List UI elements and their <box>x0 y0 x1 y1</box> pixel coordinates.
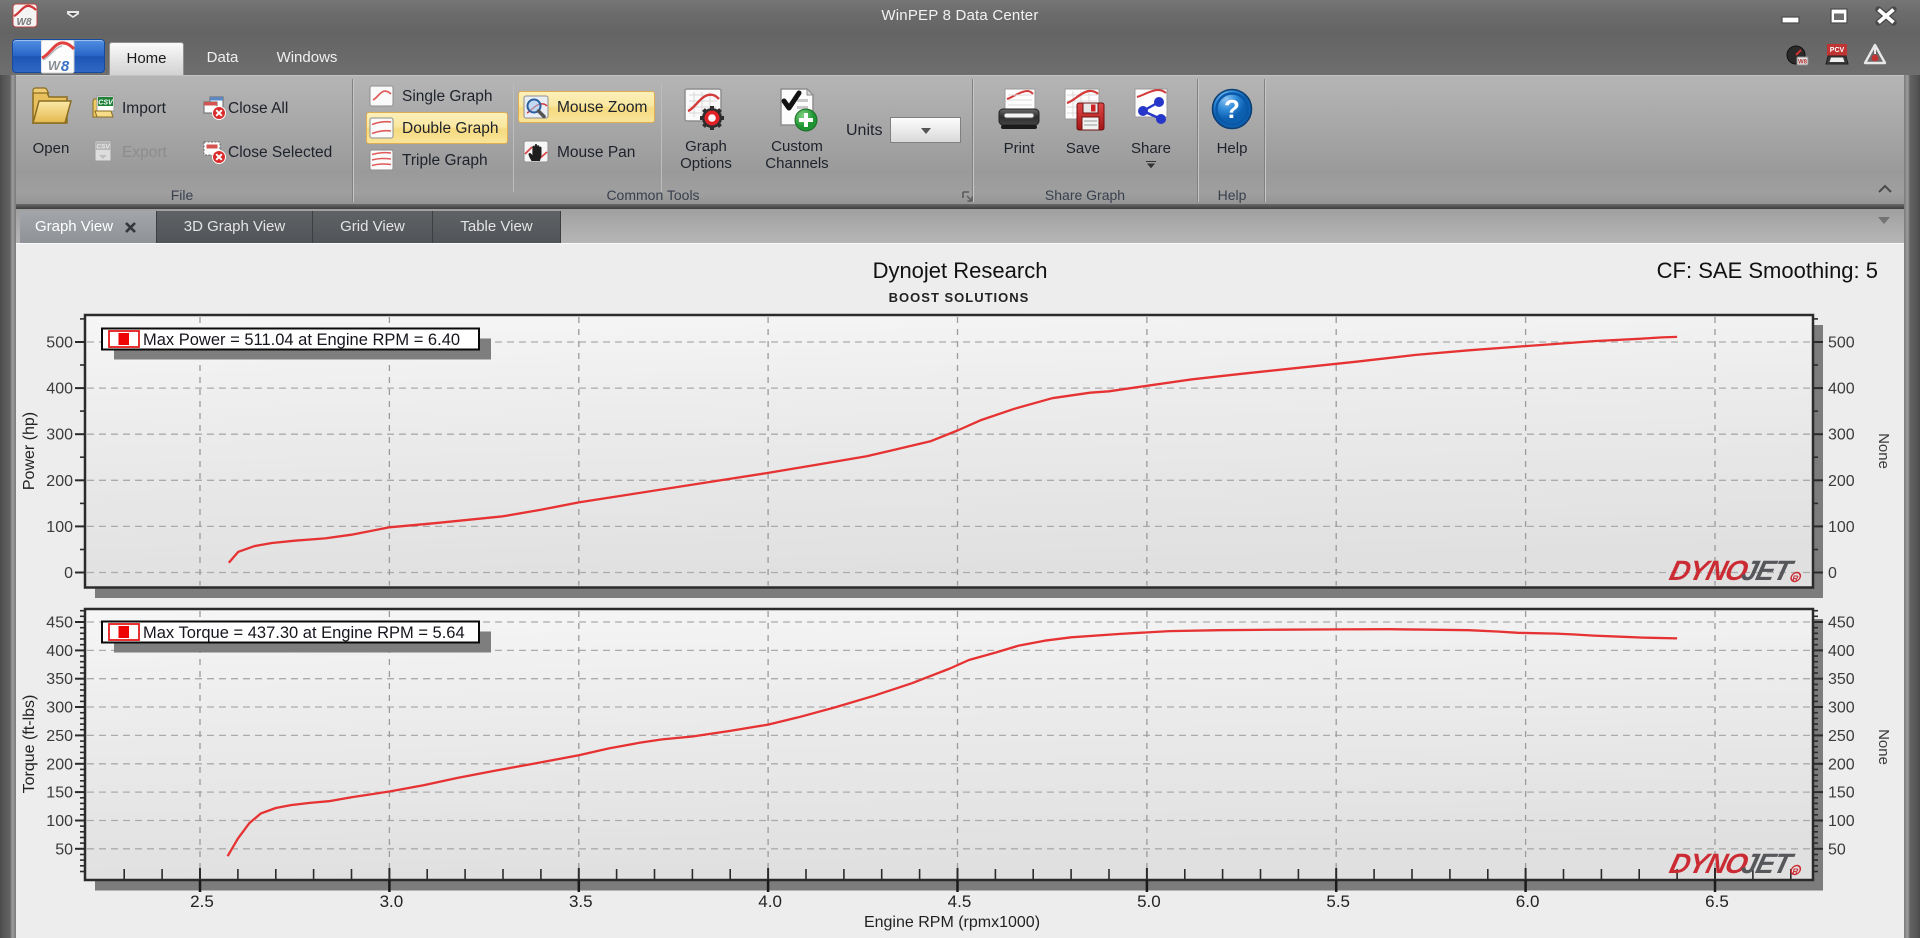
svg-text:5.0: 5.0 <box>1137 892 1161 911</box>
svg-text:500: 500 <box>1828 335 1855 352</box>
svg-text:?: ? <box>1224 94 1240 124</box>
svg-text:Dynojet Research: Dynojet Research <box>873 258 1048 283</box>
svg-text:400: 400 <box>46 643 73 660</box>
svg-text:W8: W8 <box>17 17 32 28</box>
svg-text:0: 0 <box>64 565 73 582</box>
svg-text:350: 350 <box>46 671 73 688</box>
svg-text:350: 350 <box>1828 671 1855 688</box>
svg-text:150: 150 <box>46 785 73 802</box>
svg-text:300: 300 <box>1828 700 1855 717</box>
svg-text:400: 400 <box>46 381 73 398</box>
svg-text:200: 200 <box>46 756 73 773</box>
svg-text:2.5: 2.5 <box>190 892 214 911</box>
svg-text:CSV: CSV <box>98 100 114 107</box>
svg-text:50: 50 <box>1828 841 1846 858</box>
svg-text:100: 100 <box>46 813 73 830</box>
svg-text:400: 400 <box>1828 381 1855 398</box>
svg-text:3.5: 3.5 <box>569 892 593 911</box>
svg-text:BOOST SOLUTIONS: BOOST SOLUTIONS <box>889 290 1030 305</box>
svg-text:300: 300 <box>1828 427 1855 444</box>
svg-text:50: 50 <box>55 841 73 858</box>
svg-text:100: 100 <box>46 519 73 536</box>
svg-text:100: 100 <box>1828 813 1855 830</box>
svg-text:400: 400 <box>1828 643 1855 660</box>
svg-text:None: None <box>1875 433 1892 469</box>
svg-text:W8: W8 <box>1798 60 1808 66</box>
svg-text:Max Power = 511.04 at Engine R: Max Power = 511.04 at Engine RPM = 6.40 <box>143 331 460 349</box>
svg-text:4.5: 4.5 <box>948 892 972 911</box>
svg-text:W: W <box>48 58 62 73</box>
svg-text:450: 450 <box>46 615 73 632</box>
svg-text:450: 450 <box>1828 615 1855 632</box>
svg-text:PCV: PCV <box>1830 47 1845 54</box>
svg-text:0: 0 <box>1828 565 1837 582</box>
svg-text:None: None <box>1875 729 1892 765</box>
svg-text:8: 8 <box>61 58 70 74</box>
svg-text:Engine RPM (rpmx1000): Engine RPM (rpmx1000) <box>864 914 1040 931</box>
svg-text:100: 100 <box>1828 519 1855 536</box>
svg-text:Torque (ft-lbs): Torque (ft-lbs) <box>21 695 38 794</box>
svg-text:500: 500 <box>46 335 73 352</box>
svg-text:CF: SAE Smoothing: 5: CF: SAE Smoothing: 5 <box>1657 258 1878 283</box>
svg-text:Power (hp): Power (hp) <box>21 412 38 490</box>
svg-text:5.5: 5.5 <box>1326 892 1350 911</box>
svg-text:CSV: CSV <box>96 144 110 151</box>
svg-text:3.0: 3.0 <box>380 892 404 911</box>
svg-text:6.0: 6.0 <box>1516 892 1540 911</box>
svg-text:300: 300 <box>46 427 73 444</box>
svg-text:200: 200 <box>46 473 73 490</box>
svg-text:200: 200 <box>1828 473 1855 490</box>
svg-text:200: 200 <box>1828 756 1855 773</box>
svg-text:250: 250 <box>46 728 73 745</box>
svg-text:150: 150 <box>1828 785 1855 802</box>
svg-text:Max Torque = 437.30 at Engine: Max Torque = 437.30 at Engine RPM = 5.64 <box>143 624 465 642</box>
svg-text:250: 250 <box>1828 728 1855 745</box>
svg-text:6.5: 6.5 <box>1705 892 1729 911</box>
svg-text:4.0: 4.0 <box>758 892 782 911</box>
svg-text:300: 300 <box>46 700 73 717</box>
